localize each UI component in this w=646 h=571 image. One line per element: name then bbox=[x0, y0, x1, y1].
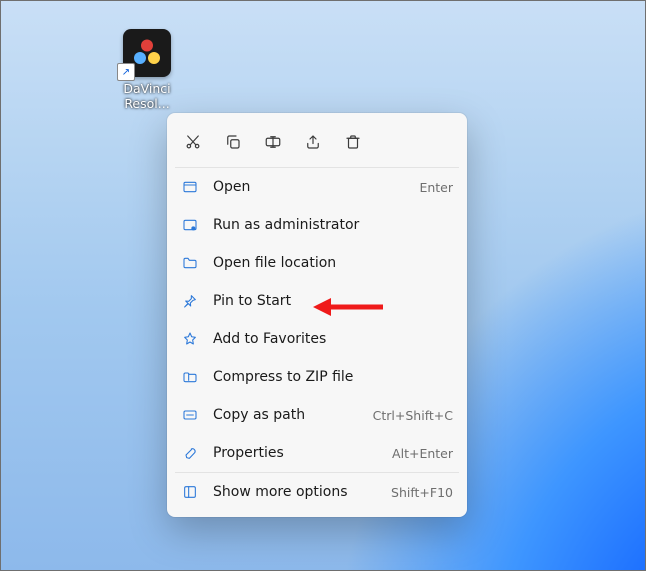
star-icon bbox=[181, 330, 199, 348]
trash-icon bbox=[344, 133, 362, 151]
menu-item-add-to-favorites[interactable]: Add to Favorites bbox=[173, 320, 461, 358]
copy-icon bbox=[224, 133, 242, 151]
open-icon bbox=[181, 178, 199, 196]
copy-path-icon bbox=[181, 406, 199, 424]
context-menu: Open Enter Run as administrator Open fil… bbox=[167, 113, 467, 517]
delete-button[interactable] bbox=[333, 125, 373, 159]
share-button[interactable] bbox=[293, 125, 333, 159]
menu-item-label: Open file location bbox=[213, 255, 453, 271]
folder-icon bbox=[181, 254, 199, 272]
menu-item-run-as-administrator[interactable]: Run as administrator bbox=[173, 206, 461, 244]
cut-button[interactable] bbox=[173, 125, 213, 159]
scissors-icon bbox=[184, 133, 202, 151]
menu-item-show-more-options[interactable]: Show more options Shift+F10 bbox=[173, 473, 461, 511]
wrench-icon bbox=[181, 444, 199, 462]
pin-icon bbox=[181, 292, 199, 310]
more-options-icon bbox=[181, 483, 199, 501]
menu-item-label: Show more options bbox=[213, 484, 391, 500]
rename-button[interactable] bbox=[253, 125, 293, 159]
menu-item-accelerator: Ctrl+Shift+C bbox=[373, 408, 453, 423]
menu-item-pin-to-start[interactable]: Pin to Start bbox=[173, 282, 461, 320]
menu-item-accelerator: Enter bbox=[419, 180, 453, 195]
menu-item-open[interactable]: Open Enter bbox=[173, 168, 461, 206]
shield-admin-icon bbox=[181, 216, 199, 234]
copy-button[interactable] bbox=[213, 125, 253, 159]
zip-icon bbox=[181, 368, 199, 386]
menu-item-label: Compress to ZIP file bbox=[213, 369, 453, 385]
shortcut-arrow-badge: ↗ bbox=[117, 63, 135, 81]
menu-item-label: Copy as path bbox=[213, 407, 373, 423]
menu-item-label: Open bbox=[213, 179, 419, 195]
menu-item-label: Properties bbox=[213, 445, 392, 461]
menu-item-compress-to-zip[interactable]: Compress to ZIP file bbox=[173, 358, 461, 396]
quick-actions-row bbox=[173, 119, 461, 167]
menu-item-accelerator: Alt+Enter bbox=[392, 446, 453, 461]
desktop-wallpaper: ↗ DaVinci Resol... bbox=[0, 0, 646, 571]
app-icon-davinci-resolve: ↗ bbox=[123, 29, 171, 77]
menu-item-label: Pin to Start bbox=[213, 293, 453, 309]
rename-icon bbox=[264, 133, 282, 151]
menu-item-properties[interactable]: Properties Alt+Enter bbox=[173, 434, 461, 472]
desktop-shortcut-davinci-resolve[interactable]: ↗ DaVinci Resol... bbox=[109, 29, 185, 111]
desktop-shortcut-label: DaVinci Resol... bbox=[109, 81, 185, 111]
menu-item-label: Add to Favorites bbox=[213, 331, 453, 347]
menu-item-open-file-location[interactable]: Open file location bbox=[173, 244, 461, 282]
share-icon bbox=[304, 133, 322, 151]
menu-item-label: Run as administrator bbox=[213, 217, 453, 233]
menu-item-copy-as-path[interactable]: Copy as path Ctrl+Shift+C bbox=[173, 396, 461, 434]
menu-item-accelerator: Shift+F10 bbox=[391, 485, 453, 500]
